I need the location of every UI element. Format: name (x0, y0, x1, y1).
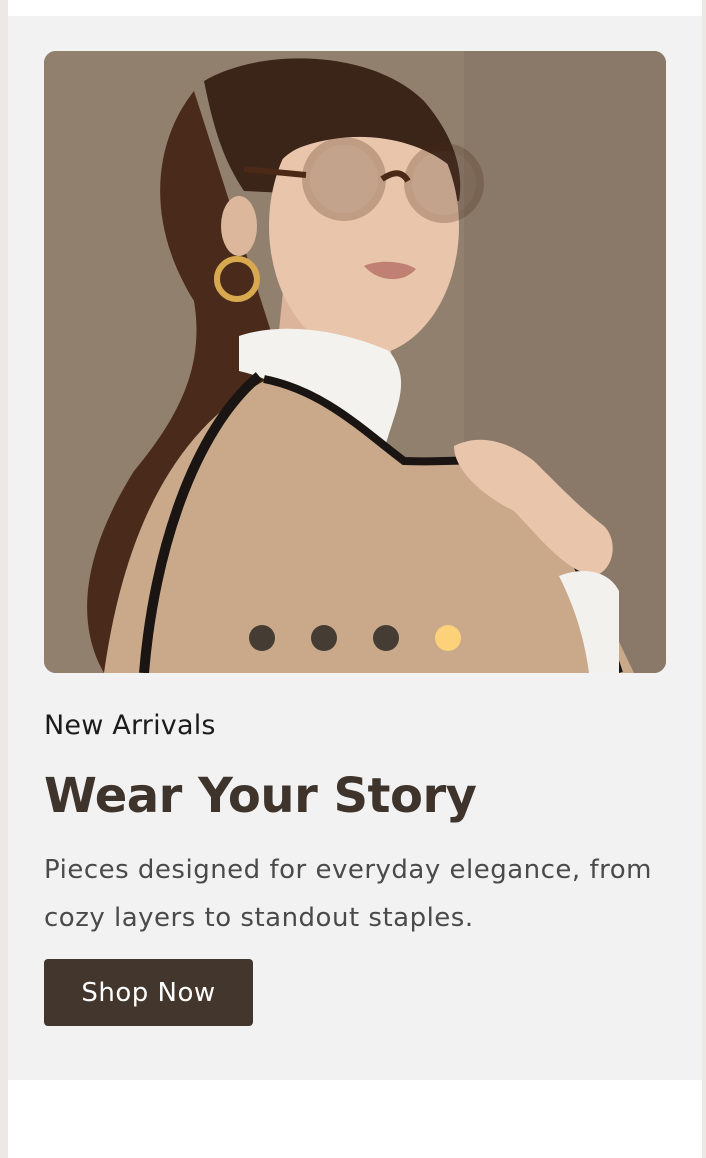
carousel-dot[interactable] (249, 625, 275, 651)
carousel-dot-active[interactable] (435, 625, 461, 651)
carousel-dot[interactable] (373, 625, 399, 651)
carousel-dot[interactable] (311, 625, 337, 651)
carousel-dots (44, 625, 666, 653)
hero-image (44, 51, 666, 673)
hero-description: Pieces designed for everyday elegance, f… (44, 855, 652, 933)
page-frame: New Arrivals Wear Your Story Pieces desi… (8, 0, 702, 1158)
hero-carousel[interactable] (44, 51, 666, 673)
shop-now-button[interactable]: Shop Now (44, 959, 253, 1026)
hero-headline: Wear Your Story (44, 768, 477, 824)
eyebrow-label: New Arrivals (44, 710, 216, 741)
hero-section: New Arrivals Wear Your Story Pieces desi… (8, 16, 702, 1080)
